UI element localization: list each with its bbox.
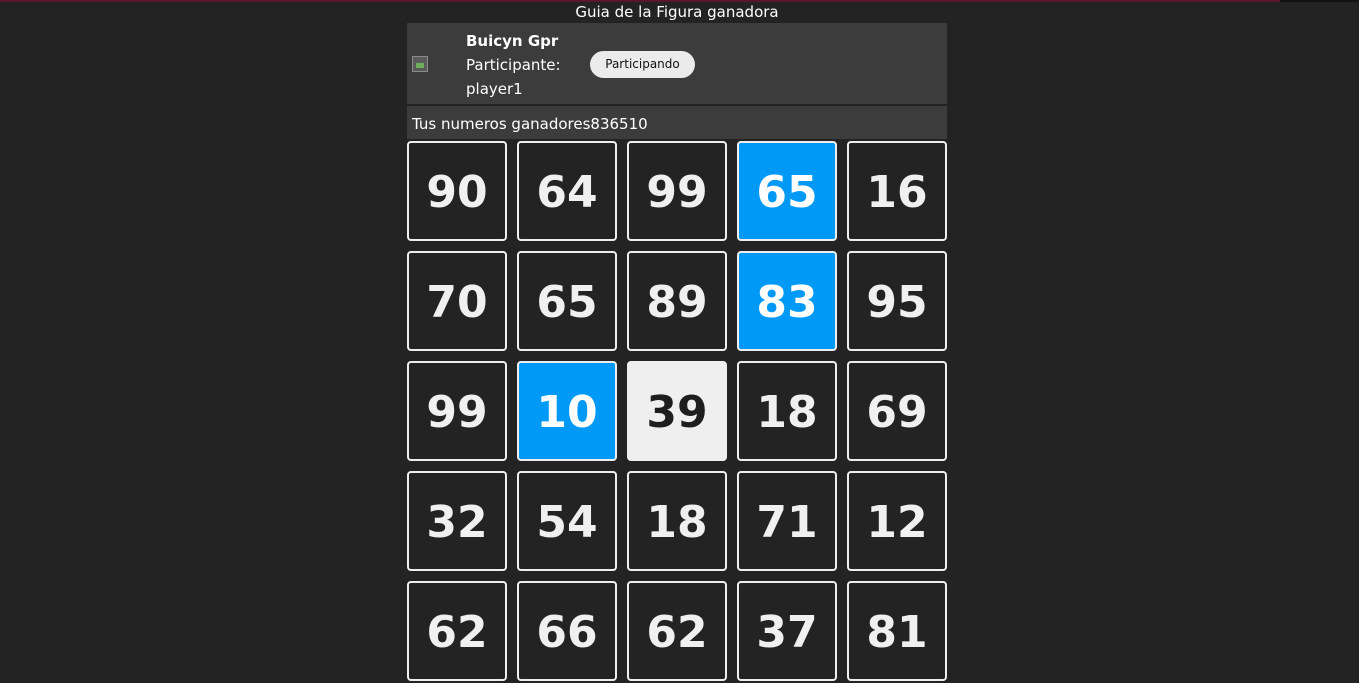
player-name: Buicyn Gpr [466, 32, 559, 50]
winning-numbers-header: Tus numeros ganadores836510 [407, 106, 947, 139]
bingo-cell[interactable]: 16 [847, 141, 947, 241]
bingo-cell[interactable]: 70 [407, 251, 507, 351]
broken-image-icon [412, 56, 428, 72]
bingo-cell[interactable]: 65 [517, 251, 617, 351]
bingo-cell[interactable]: 69 [847, 361, 947, 461]
bingo-cell[interactable]: 64 [517, 141, 617, 241]
bingo-cell[interactable]: 32 [407, 471, 507, 571]
player-id: player1 [466, 80, 523, 98]
bingo-cell[interactable]: 90 [407, 141, 507, 241]
bingo-cell[interactable]: 37 [737, 581, 837, 681]
bingo-cell[interactable]: 54 [517, 471, 617, 571]
bingo-cell-center[interactable]: 39 [627, 361, 727, 461]
bingo-cell-marked[interactable]: 65 [737, 141, 837, 241]
bingo-cell[interactable]: 62 [407, 581, 507, 681]
player-card: Buicyn Gpr Participante: player1 Partici… [407, 23, 947, 104]
bingo-cell[interactable]: 62 [627, 581, 727, 681]
bingo-container: Buicyn Gpr Participante: player1 Partici… [407, 23, 947, 681]
bingo-cell[interactable]: 89 [627, 251, 727, 351]
bingo-cell[interactable]: 66 [517, 581, 617, 681]
bingo-cell[interactable]: 99 [407, 361, 507, 461]
bingo-cell[interactable]: 71 [737, 471, 837, 571]
bingo-cell[interactable]: 95 [847, 251, 947, 351]
page-title: Guia de la Figura ganadora [575, 3, 779, 21]
bingo-cell[interactable]: 18 [627, 471, 727, 571]
player-role-label: Participante: [466, 56, 561, 74]
bingo-cell[interactable]: 99 [627, 141, 727, 241]
bingo-cell[interactable]: 12 [847, 471, 947, 571]
participating-button[interactable]: Participando [590, 51, 695, 78]
bingo-cell[interactable]: 81 [847, 581, 947, 681]
bingo-cell[interactable]: 18 [737, 361, 837, 461]
bingo-cell-marked[interactable]: 83 [737, 251, 837, 351]
bingo-cell-marked[interactable]: 10 [517, 361, 617, 461]
